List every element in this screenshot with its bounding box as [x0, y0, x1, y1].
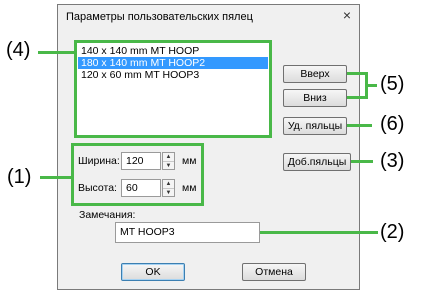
cancel-button[interactable]: Отмена [242, 263, 306, 281]
delete-hoop-button[interactable]: Уд. пяльцы [283, 117, 347, 135]
callout-3: (3) [380, 150, 405, 172]
close-icon[interactable]: × [340, 8, 354, 22]
highlight-list-box [74, 40, 272, 138]
callout-6: (6) [380, 113, 405, 135]
leader-line-1 [40, 176, 73, 179]
move-up-button[interactable]: Вверх [283, 65, 347, 83]
add-hoop-button[interactable]: Доб.пяльцы [283, 153, 351, 171]
move-down-button[interactable]: Вниз [283, 89, 347, 107]
title-bar: Параметры пользовательских пялец × [58, 5, 359, 29]
leader-line-3 [351, 160, 373, 163]
leader-line-6 [347, 124, 372, 127]
highlight-size-box [71, 143, 204, 206]
leader-line-2 [260, 231, 378, 234]
notes-input[interactable]: MT HOOP3 [115, 222, 260, 243]
ok-button[interactable]: OK [121, 263, 185, 281]
dialog-title: Параметры пользовательских пялец [66, 11, 253, 23]
callout-1: (1) [7, 166, 32, 188]
callout-4: (4) [6, 39, 31, 61]
callout-5: (5) [380, 73, 405, 95]
callout-2: (2) [380, 221, 405, 243]
leader-line-5c [365, 84, 377, 87]
notes-label: Замечания: [79, 209, 136, 221]
leader-line-4 [38, 51, 76, 54]
